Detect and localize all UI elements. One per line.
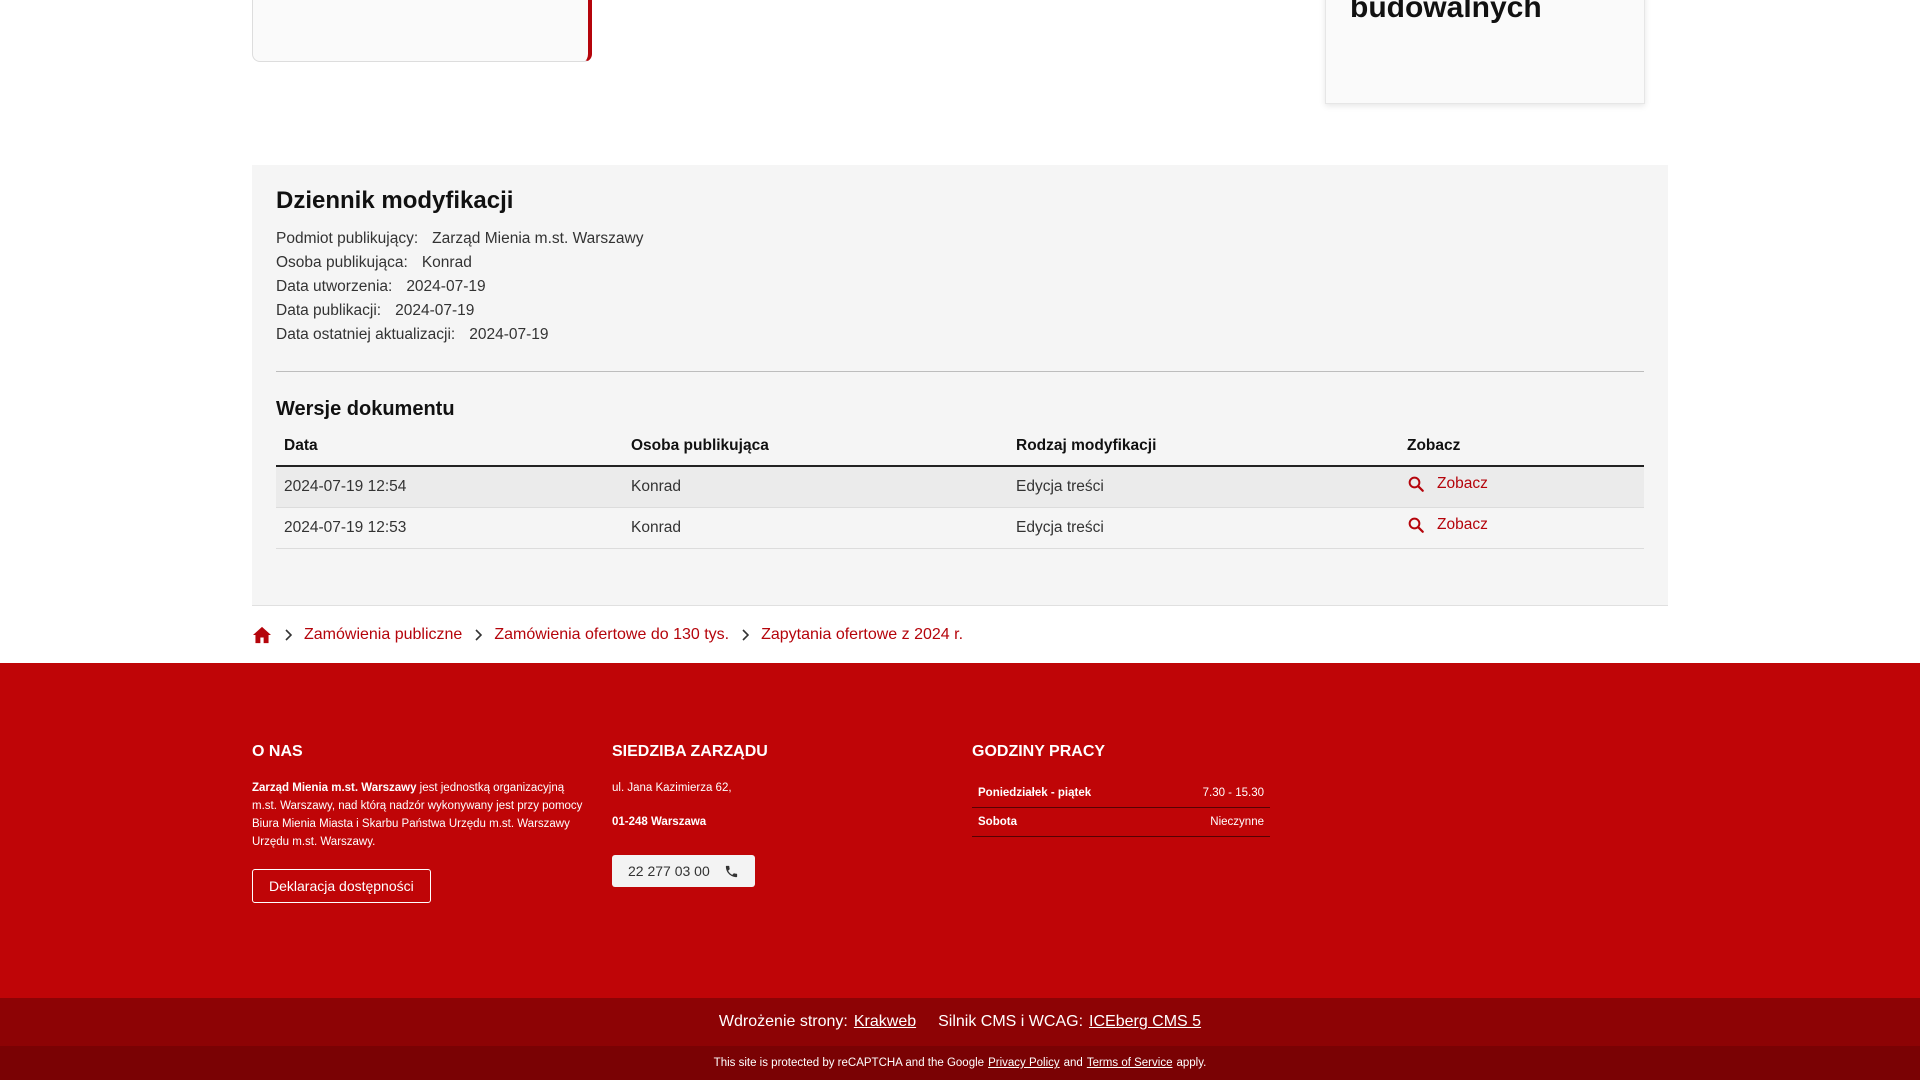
cell-person: Konrad xyxy=(623,507,1008,549)
view-version-link[interactable]: Zobacz xyxy=(1407,475,1488,493)
phone-button[interactable]: 22 277 03 00 xyxy=(612,855,755,887)
meta-label: Podmiot publikujący: xyxy=(276,230,419,247)
credits-deploy-label: Wdrożenie strony: xyxy=(718,1013,848,1030)
meta-label: Osoba publikująca: xyxy=(276,254,408,271)
table-header-row: Data Osoba publikująca Rodzaj modyfikacj… xyxy=(276,437,1644,467)
meta-value: 2024-07-19 xyxy=(395,302,475,319)
footer-about-text: Zarząd Mienia m.st. Warszawy jest jednos… xyxy=(252,779,592,851)
footer-about-org-name: Zarząd Mienia m.st. Warszawy xyxy=(252,782,417,794)
privacy-policy-link[interactable]: Privacy Policy xyxy=(988,1057,1060,1069)
accessibility-declaration-button[interactable]: Deklaracja dostępności xyxy=(252,869,431,903)
footer-credits: Wdrożenie strony: Krakweb Silnik CMS i W… xyxy=(0,998,1920,1046)
hours-time: 7.30 - 15.30 xyxy=(1202,787,1264,799)
breadcrumb-home[interactable] xyxy=(252,626,272,644)
meta-created: Data utworzenia: 2024-07-19 xyxy=(276,275,1644,299)
meta-label: Data publikacji: xyxy=(276,302,382,319)
column-header-type: Rodzaj modyfikacji xyxy=(1008,437,1399,467)
footer-hq-heading: SIEDZIBA ZARZĄDU xyxy=(612,743,768,760)
cell-type: Edycja treści xyxy=(1008,466,1399,508)
meta-value: 2024-07-19 xyxy=(469,326,549,343)
hours-day: Poniedziałek - piątek xyxy=(978,787,1092,799)
cell-person: Konrad xyxy=(623,466,1008,508)
cell-type: Edycja treści xyxy=(1008,507,1399,549)
footer-about: O NAS Zarząd Mienia m.st. Warszawy jest … xyxy=(252,743,592,903)
chevron-right-icon xyxy=(741,629,750,641)
versions-table: Data Osoba publikująca Rodzaj modyfikacj… xyxy=(276,437,1644,549)
cell-date: 2024-07-19 12:53 xyxy=(276,507,623,549)
view-link-label: Zobacz xyxy=(1437,516,1488,533)
hours-row: Sobota Nieczynne xyxy=(972,808,1270,837)
footer-hours-heading: GODZINY PRACY xyxy=(972,743,1106,760)
view-link-label: Zobacz xyxy=(1437,475,1488,493)
footer-working-hours: GODZINY PRACY Poniedziałek - piątek 7.30… xyxy=(972,743,1272,837)
footer-hq-street: ul. Jana Kazimierza 62, xyxy=(612,782,732,794)
view-version-link[interactable]: Zobacz xyxy=(1407,516,1488,534)
recaptcha-prefix: This site is protected by reCAPTCHA and … xyxy=(713,1057,985,1069)
related-card-title: budowalnych xyxy=(1350,0,1542,24)
search-icon xyxy=(1408,476,1424,493)
meta-value: Konrad xyxy=(421,254,472,271)
meta-updated: Data ostatniej aktualizacji: 2024-07-19 xyxy=(276,323,1644,347)
breadcrumb-link-offer-requests-2024[interactable]: Zapytania ofertowe z 2024 r. xyxy=(761,626,963,644)
footer-hq-city: 01-248 Warszawa xyxy=(612,816,707,828)
credits-deploy-link[interactable]: Krakweb xyxy=(854,1013,916,1031)
column-header-person: Osoba publikująca xyxy=(623,437,1008,467)
modification-log-title: Dziennik modyfikacji xyxy=(276,187,514,214)
terms-of-service-link[interactable]: Terms of Service xyxy=(1087,1057,1173,1069)
chevron-right-icon xyxy=(474,629,483,641)
breadcrumb: Zamówienia publiczne Zamówienia ofertowe… xyxy=(252,624,963,646)
credits-cms-label: Silnik CMS i WCAG: xyxy=(938,1013,1084,1030)
table-row: 2024-07-19 12:53 Konrad Edycja treści Zo… xyxy=(276,507,1644,549)
divider xyxy=(276,371,1644,372)
meta-label: Data utworzenia: xyxy=(276,278,393,295)
hours-row: Poniedziałek - piątek 7.30 - 15.30 xyxy=(972,779,1270,808)
hours-day: Sobota xyxy=(978,816,1017,828)
related-card-left[interactable] xyxy=(252,0,592,62)
modification-log: Dziennik modyfikacji Podmiot publikujący… xyxy=(252,165,1668,606)
meta-publisher: Podmiot publikujący: Zarząd Mienia m.st. … xyxy=(276,227,1644,251)
footer-headquarters: SIEDZIBA ZARZĄDU ul. Jana Kazimierza 62,… xyxy=(612,743,932,887)
cell-view: Zobacz xyxy=(1399,466,1644,508)
phone-number: 22 277 03 00 xyxy=(628,863,710,879)
recaptcha-and: and xyxy=(1063,1057,1083,1069)
recaptcha-suffix: apply. xyxy=(1176,1057,1207,1069)
footer: O NAS Zarząd Mienia m.st. Warszawy jest … xyxy=(0,663,1920,998)
cell-date: 2024-07-19 12:54 xyxy=(276,466,623,508)
column-header-view: Zobacz xyxy=(1399,437,1644,467)
meta-published: Data publikacji: 2024-07-19 xyxy=(276,299,1644,323)
search-icon xyxy=(1408,517,1424,533)
hours-time: Nieczynne xyxy=(1210,816,1264,828)
breadcrumb-link-public-procurement[interactable]: Zamówienia publiczne xyxy=(304,626,462,644)
meta-value: 2024-07-19 xyxy=(406,278,486,295)
breadcrumb-link-offer-orders[interactable]: Zamówienia ofertowe do 130 tys. xyxy=(494,626,729,644)
related-card-right[interactable]: budowalnych xyxy=(1325,0,1645,104)
meta-label: Data ostatniej aktualizacji: xyxy=(276,326,456,343)
meta-value: Zarząd Mienia m.st. Warszawy xyxy=(432,230,644,247)
chevron-right-icon xyxy=(284,629,292,641)
home-icon xyxy=(253,626,271,644)
phone-icon xyxy=(725,865,737,877)
recaptcha-notice: This site is protected by reCAPTCHA and … xyxy=(0,1046,1920,1080)
meta-author: Osoba publikująca: Konrad xyxy=(276,251,1644,275)
cell-view: Zobacz xyxy=(1399,507,1644,549)
versions-title: Wersje dokumentu xyxy=(276,398,455,420)
footer-about-heading: O NAS xyxy=(252,743,303,760)
credits-cms-link[interactable]: ICEberg CMS 5 xyxy=(1089,1013,1201,1031)
table-row: 2024-07-19 12:54 Konrad Edycja treści Zo… xyxy=(276,466,1644,508)
column-header-date: Data xyxy=(276,437,623,467)
